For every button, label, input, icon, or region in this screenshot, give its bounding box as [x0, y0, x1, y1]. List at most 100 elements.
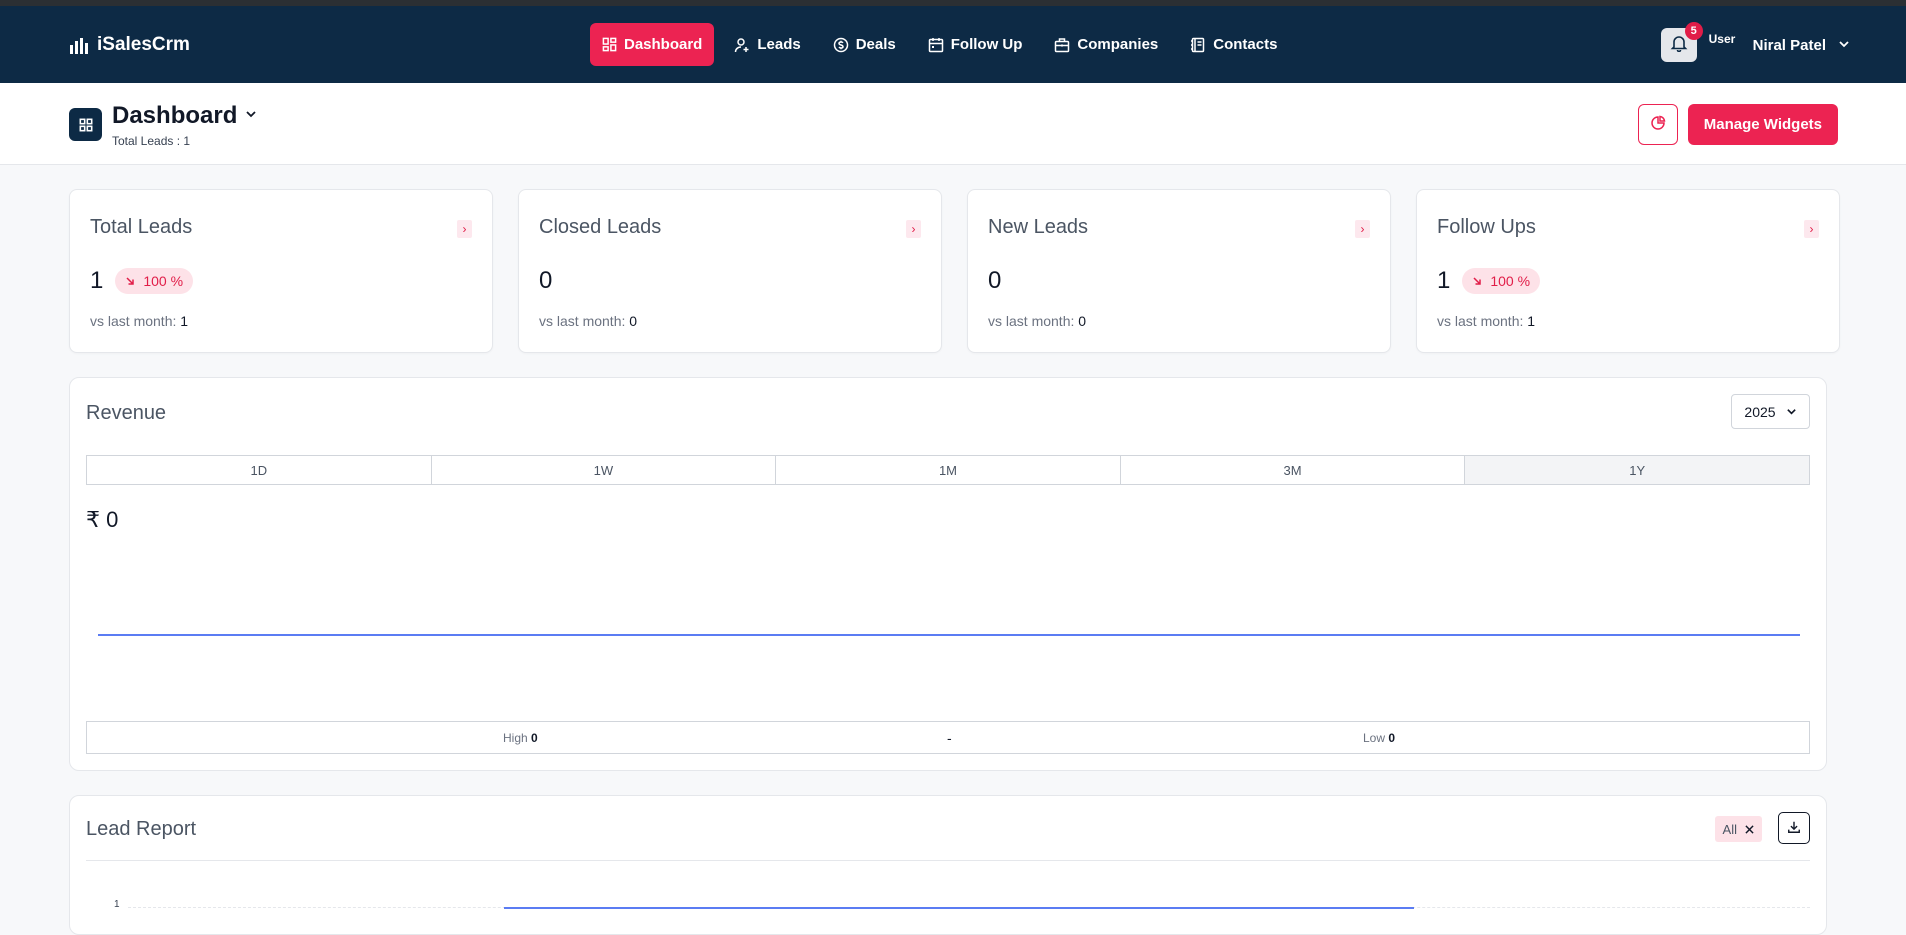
nav-item-follow-up[interactable]: Follow Up — [916, 23, 1035, 66]
nav-item-label: Deals — [855, 36, 896, 53]
manage-widgets-button[interactable]: Manage Widgets — [1687, 104, 1838, 145]
chevron-right-icon[interactable]: › — [1804, 220, 1819, 238]
percent-change-value: 100 % — [143, 273, 184, 289]
stat-cards: Total Leads › 1 100 % vs last month: 1 C… — [69, 189, 1840, 353]
comparison-label: vs last month: — [90, 313, 177, 329]
range-tab-1m[interactable]: 1M — [776, 456, 1121, 484]
nav-item-deals[interactable]: Deals — [821, 23, 908, 66]
close-icon[interactable] — [1745, 822, 1754, 837]
low-value: 0 — [1388, 730, 1396, 745]
notification-count-badge: 5 — [1684, 22, 1703, 40]
subheader-actions: Manage Widgets — [1637, 104, 1838, 145]
nav-right: 5 User Niral Patel — [1660, 22, 1850, 62]
revenue-line-chart — [98, 634, 1800, 636]
chevron-right-icon[interactable]: › — [906, 220, 921, 238]
nav-item-contacts[interactable]: Contacts — [1178, 23, 1289, 66]
nav-item-label: Contacts — [1213, 36, 1278, 53]
filter-chip[interactable]: All — [1714, 816, 1762, 842]
calendar-icon — [928, 37, 944, 53]
percent-change-value: 100 % — [1490, 273, 1531, 289]
card-value: 1 — [1437, 267, 1451, 294]
nav-item-label: Dashboard — [624, 36, 703, 53]
comparison-value: 1 — [1527, 313, 1536, 329]
high-label: High — [503, 730, 528, 745]
brand-name: iSalesCrm — [97, 33, 190, 55]
comparison-value: 0 — [629, 313, 638, 329]
brand-logo-icon — [69, 35, 89, 55]
total-leads-count: Total Leads : 1 — [112, 134, 191, 148]
range-tab-3m[interactable]: 3M — [1121, 456, 1466, 484]
nav-item-label: Follow Up — [950, 36, 1023, 53]
range-tab-1w[interactable]: 1W — [432, 456, 777, 484]
briefcase-icon — [1054, 37, 1070, 53]
lead-report-title: Lead Report — [86, 818, 197, 840]
pie-chart-icon — [1650, 115, 1666, 134]
year-select[interactable]: 2025 — [1731, 394, 1810, 429]
stat-card-closed-leads: Closed Leads › 0 vs last month: 0 — [518, 189, 942, 353]
filter-chip-label: All — [1722, 821, 1737, 837]
chevron-down-icon — [1786, 404, 1797, 420]
page-heading: Dashboard Total Leads : 1 — [69, 102, 257, 148]
bell-icon — [1670, 34, 1688, 57]
user-name: Niral Patel — [1752, 36, 1826, 54]
card-comparison: vs last month: 0 — [539, 313, 921, 329]
arrow-down-right-icon — [1472, 273, 1482, 289]
nav-item-dashboard[interactable]: Dashboard — [590, 23, 715, 66]
card-title: Follow Ups — [1437, 216, 1536, 238]
high-low-separator: - — [947, 729, 952, 746]
dashboard-selector[interactable]: Dashboard — [112, 102, 257, 130]
brand[interactable]: iSalesCrm — [69, 34, 190, 56]
chart-view-button[interactable] — [1637, 104, 1678, 145]
card-comparison: vs last month: 1 — [90, 313, 472, 329]
year-select-value: 2025 — [1744, 403, 1776, 420]
nav-item-leads[interactable]: Leads — [722, 23, 812, 66]
nav-item-label: Leads — [757, 36, 801, 53]
revenue-widget: Revenue 2025 1D 1W 1M 3M 1Y ₹ 0 High 0 -… — [69, 377, 1827, 771]
range-tab-1y[interactable]: 1Y — [1465, 456, 1809, 484]
percent-change-badge: 100 % — [115, 268, 194, 294]
card-value: 0 — [539, 267, 553, 294]
chevron-down-icon — [1838, 37, 1850, 54]
card-value: 1 — [90, 267, 104, 294]
chevron-right-icon[interactable]: › — [457, 220, 472, 238]
stat-card-total-leads: Total Leads › 1 100 % vs last month: 1 — [69, 189, 493, 353]
card-comparison: vs last month: 1 — [1437, 313, 1819, 329]
revenue-title: Revenue — [86, 402, 167, 424]
dollar-circle-icon — [833, 37, 849, 53]
chevron-down-icon — [245, 107, 257, 125]
dashboard-icon — [69, 108, 102, 141]
card-title: New Leads — [988, 216, 1089, 238]
comparison-value: 1 — [180, 313, 189, 329]
high-stat: High 0 — [503, 731, 538, 745]
lead-report-widget: Lead Report All 1 — [69, 795, 1827, 935]
card-title: Total Leads — [90, 216, 193, 238]
arrow-down-right-icon — [125, 273, 135, 289]
percent-change-badge: 100 % — [1462, 268, 1541, 294]
range-tab-1d[interactable]: 1D — [87, 456, 432, 484]
download-button[interactable] — [1778, 812, 1810, 844]
user-plus-icon — [734, 37, 750, 53]
card-title: Closed Leads — [539, 216, 662, 238]
card-comparison: vs last month: 0 — [988, 313, 1370, 329]
high-low-bar: High 0 - Low 0 — [86, 721, 1810, 754]
time-range-tabs: 1D 1W 1M 3M 1Y — [86, 455, 1810, 485]
user-menu[interactable]: User Niral Patel — [1709, 32, 1850, 54]
main-nav: Dashboard Leads Deals Follow Up Companie… — [590, 23, 1289, 66]
nav-item-companies[interactable]: Companies — [1042, 23, 1170, 66]
card-value: 0 — [988, 267, 1002, 294]
download-icon — [1787, 820, 1801, 837]
top-navbar: iSalesCrm Dashboard Leads Deals Follow U… — [0, 6, 1906, 83]
revenue-amount: ₹ 0 — [86, 507, 119, 532]
page-title: Dashboard — [112, 102, 238, 129]
dashboard-icon — [602, 37, 617, 52]
stat-card-new-leads: New Leads › 0 vs last month: 0 — [967, 189, 1391, 353]
divider — [86, 860, 1810, 861]
high-value: 0 — [531, 730, 538, 745]
stat-card-follow-ups: Follow Ups › 1 100 % vs last month: 1 — [1416, 189, 1840, 353]
comparison-label: vs last month: — [1437, 313, 1524, 329]
avatar: User — [1708, 32, 1736, 46]
page-subheader: Dashboard Total Leads : 1 Manage Widgets — [0, 83, 1906, 165]
notifications-button[interactable]: 5 — [1660, 22, 1703, 62]
chevron-right-icon[interactable]: › — [1355, 220, 1370, 238]
contacts-book-icon — [1190, 37, 1206, 53]
